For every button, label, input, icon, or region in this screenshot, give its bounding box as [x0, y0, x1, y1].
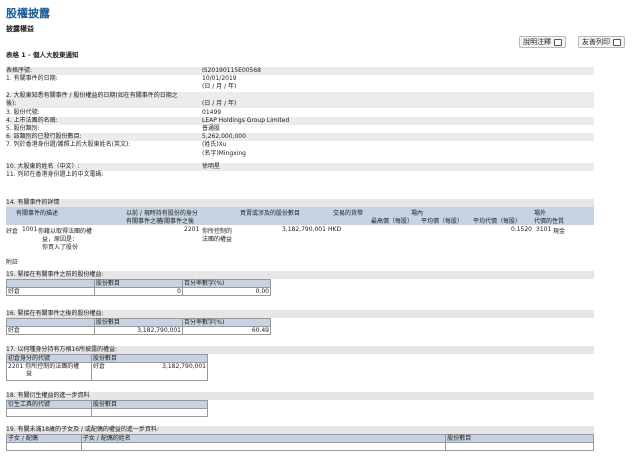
section-16-table: 股份數目 百分率數字(%) 好倉 3,182,790,001 60.49: [6, 318, 271, 335]
page-subtitle: 披露權益: [6, 25, 34, 33]
section-17-table: 初倉身分的代號 股份數目 2201 你所控制的法團的權益 好倉 3,182,790,…: [6, 354, 208, 381]
section-18-table: 衍生工具的代號 股份數目: [6, 400, 208, 417]
section-14: 14. 有關事件的詳情 有關事件的描述 以前 / 現時持有股份的身分 有關事件之…: [6, 199, 594, 267]
section-15-table: 股份數目 百分率數字(%) 好倉 0 0.00: [6, 279, 271, 296]
info-row: (日 / 月 / 年): [202, 83, 237, 90]
info-row: 1. 有關事件的日期: 10/01/2019: [6, 75, 237, 82]
section-14-note: 附註: [6, 259, 19, 266]
info-row: 5. 股份類別: 普通股: [6, 125, 221, 132]
info-row: 10. 大股東的姓名（中文）: 徐明星: [6, 163, 594, 171]
info-row: 3. 股份代號: 01499: [6, 109, 222, 116]
form-title: 表格 1 - 個人大股東通知: [6, 51, 79, 59]
info-row: 表格序號: IS20190115E00568: [6, 67, 594, 75]
info-row: 4. 上市法團的名稱: LEAP Holdings Group Limited: [6, 117, 594, 125]
table-row: 好倉 3,182,790,001 60.49: [6, 326, 271, 335]
section-15: 15. 緊接在有關事件之前的股份權益: 股份數目 百分率數字(%) 好倉 0 0.00: [6, 271, 594, 296]
table-row: 2201 你所控制的法團的權益 好倉 3,182,790,001: [6, 362, 208, 381]
section-18: 18. 有關衍生權益的進一步資料 衍生工具的代號 股份數目: [6, 392, 594, 417]
section-18-title: 18. 有關衍生權益的進一步資料: [6, 392, 594, 400]
section-17: 17. 以何種身分持有方格16所披露的權益: 初倉身分的代號 股份數目 2201 …: [6, 346, 594, 381]
help-notes-label: 說明注釋: [523, 38, 551, 46]
help-notes-button[interactable]: 說明注釋: [519, 36, 566, 48]
section-19: 19. 有關未滿18歲的子女及 / 或配偶的權益的進一步資料: 子女 / 配偶子…: [6, 426, 594, 451]
info-row: 後): (日 / 月 / 年): [6, 100, 594, 108]
page-title: 股權披露: [6, 7, 50, 20]
section-14-header: 有關事件的描述 以前 / 現時持有股份的身分 有關事件之前 有關事件之後 買賣或…: [6, 207, 594, 225]
info-row: 2. 大股東知悉有關事件 / 股份權益的日期(如在有關事件的日期之: [6, 92, 594, 100]
print-friendly-button[interactable]: 友善列印: [578, 36, 625, 48]
section-16-title: 16. 緊接在有關事件之後的股份權益:: [6, 310, 594, 318]
section-19-title: 19. 有關未滿18歲的子女及 / 或配偶的權益的進一步資料:: [6, 426, 594, 434]
section-16: 16. 緊接在有關事件之後的股份權益: 股份數目 百分率數字(%) 好倉 3,182…: [6, 310, 594, 335]
printer-icon: [613, 38, 621, 46]
info-row: 6. 該類別的已發行股份數目: 5,262,000,000: [6, 133, 594, 141]
section-17-title: 17. 以何種身分持有方格16所披露的權益:: [6, 346, 594, 354]
print-friendly-label: 友善列印: [582, 38, 610, 46]
info-row: 7. 列於香港身份證/護照上的大股東姓名(英文): (姓氏)Xu: [6, 141, 227, 148]
info-row: 11. 列印在香港身份證上的中文電碼:: [6, 171, 104, 178]
table-row: 好倉 0 0.00: [6, 287, 271, 296]
document-icon: [554, 38, 562, 46]
info-row: (名字)Mingxing: [202, 150, 246, 157]
section-19-table: 子女 / 配偶 子女 / 配偶的姓名 股份數目: [6, 434, 594, 451]
section-14-title: 14. 有關事件的詳情: [6, 199, 594, 207]
section-14-row: 好倉 1001 你藉以取得法團的權 益，原因是： 你買入了股份 2201 你所控…: [6, 226, 566, 251]
section-15-title: 15. 緊接在有關事件之前的股份權益:: [6, 271, 594, 279]
